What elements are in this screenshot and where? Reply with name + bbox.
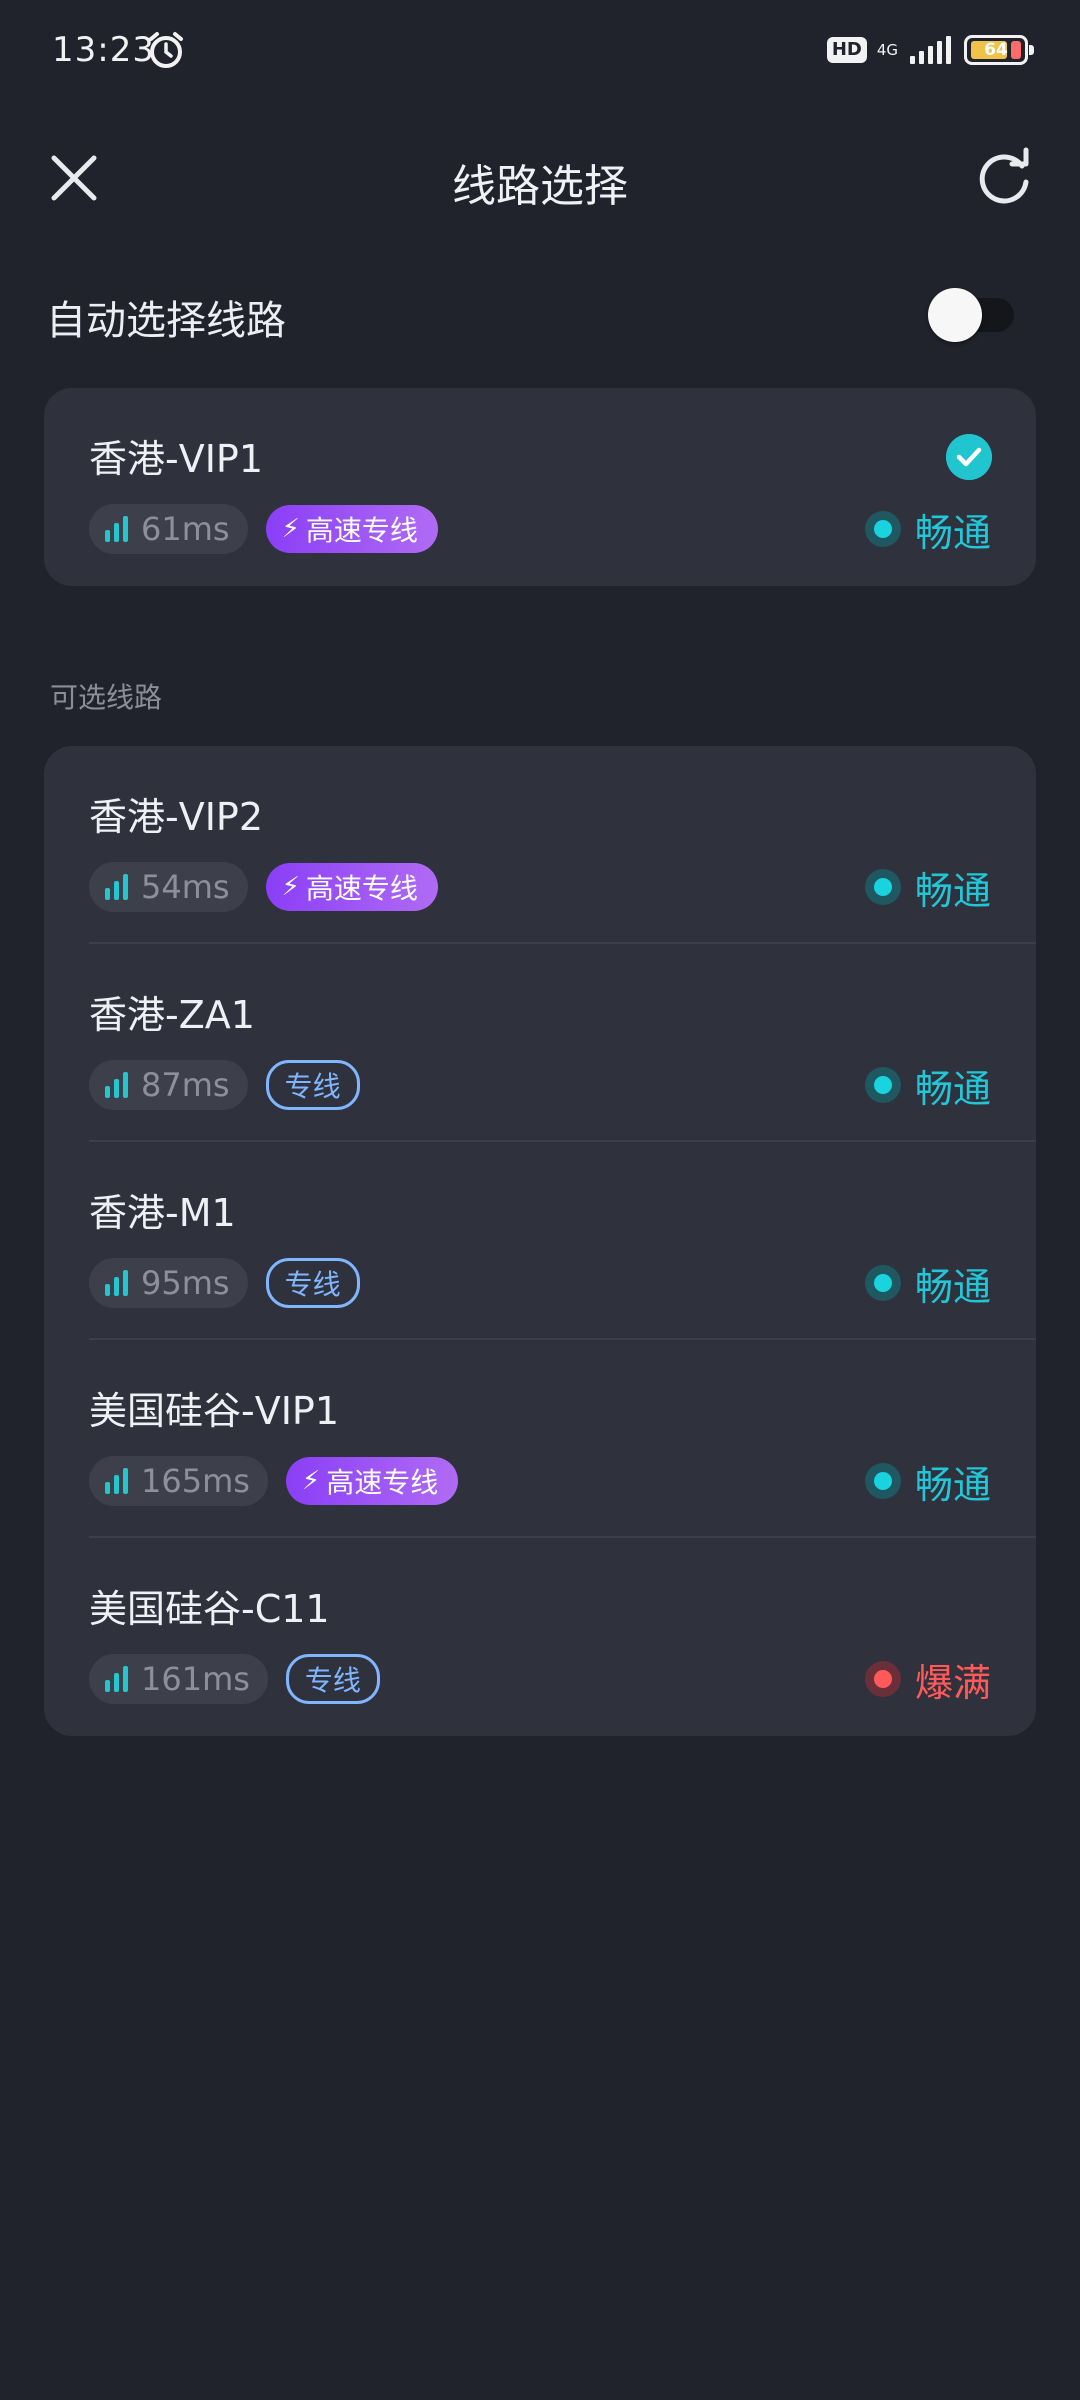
route-status: 畅通	[864, 1258, 991, 1309]
tag-badge: 专线	[265, 1060, 360, 1110]
selected-route-card[interactable]: 香港-VIP1 61ms ⚡ 高速专线 畅通	[44, 388, 1036, 586]
route-status: 畅通	[864, 1456, 991, 1507]
tag-badge: ⚡ 高速专线	[265, 505, 438, 553]
signal-bars-icon	[105, 1072, 131, 1098]
route-status: 畅通	[864, 862, 991, 913]
status-text: 畅通	[914, 868, 991, 913]
tag-label: 高速专线	[305, 514, 418, 547]
status-dot-icon	[864, 1067, 901, 1103]
auto-select-toggle[interactable]	[928, 288, 1014, 342]
battery-icon: 64	[964, 35, 1034, 65]
selected-route[interactable]: 香港-VIP1 61ms ⚡ 高速专线 畅通	[44, 388, 1036, 586]
lightning-icon: ⚡	[301, 1466, 321, 1496]
signal-bars-icon	[105, 516, 131, 542]
latency-pill: 54ms	[89, 862, 248, 912]
latency-pill: 61ms	[89, 504, 248, 554]
route-name: 香港-M1	[89, 1191, 236, 1235]
status-dot-icon	[864, 511, 901, 547]
status-bar: 13:23 HD 4G 64	[0, 0, 1080, 100]
tag-badge: 专线	[285, 1654, 380, 1704]
route-item[interactable]: 香港-ZA1 87ms 专线 畅通	[89, 944, 1036, 1142]
auto-select-label: 自动选择线路	[46, 298, 286, 344]
tag-badge: ⚡ 高速专线	[285, 1457, 459, 1505]
tag-label: 高速专线	[305, 872, 418, 905]
refresh-icon[interactable]	[972, 146, 1036, 210]
latency-pill: 165ms	[89, 1456, 268, 1506]
lightning-icon: ⚡	[281, 872, 300, 902]
tag-label: 专线	[304, 1664, 361, 1697]
section-label: 可选线路	[50, 681, 163, 714]
route-name: 香港-VIP2	[89, 795, 264, 839]
latency-value: 87ms	[141, 1066, 230, 1104]
signal-icon	[910, 36, 951, 64]
latency-value: 95ms	[141, 1264, 230, 1302]
route-name: 美国硅谷-VIP1	[89, 1389, 340, 1433]
status-indicators: HD 4G 64	[826, 28, 1034, 72]
signal-bars-icon	[105, 874, 131, 900]
route-meta: 161ms 专线	[89, 1654, 380, 1704]
status-time: 13:23	[52, 30, 155, 70]
route-meta: 61ms ⚡ 高速专线	[89, 504, 438, 554]
status-text: 畅通	[914, 1264, 991, 1309]
route-item[interactable]: 美国硅谷-VIP1 165ms ⚡ 高速专线 畅通	[89, 1340, 1036, 1538]
page-title: 线路选择	[452, 161, 628, 212]
status-dot-icon	[864, 1265, 901, 1301]
route-list: 香港-VIP2 54ms ⚡ 高速专线 畅通 香港-ZA1 87ms 专线 畅通…	[44, 746, 1036, 1736]
route-meta: 165ms ⚡ 高速专线	[89, 1456, 459, 1506]
route-status: 爆满	[864, 1654, 991, 1705]
route-item[interactable]: 香港-M1 95ms 专线 畅通	[89, 1142, 1036, 1340]
tag-badge: ⚡ 高速专线	[265, 863, 438, 911]
tag-label: 专线	[284, 1070, 341, 1103]
latency-pill: 87ms	[89, 1060, 248, 1110]
latency-pill: 161ms	[89, 1654, 268, 1704]
status-text: 畅通	[914, 1462, 991, 1507]
alarm-icon	[149, 32, 183, 68]
route-item[interactable]: 香港-VIP2 54ms ⚡ 高速专线 畅通	[89, 746, 1036, 944]
status-text: 爆满	[914, 1660, 991, 1705]
check-icon	[946, 434, 992, 480]
network-type: 4G	[876, 41, 898, 59]
latency-value: 61ms	[141, 510, 230, 548]
route-item[interactable]: 美国硅谷-C11 161ms 专线 爆满	[89, 1538, 1036, 1732]
status-dot-icon	[864, 869, 901, 905]
latency-value: 161ms	[141, 1660, 250, 1698]
route-meta: 95ms 专线	[89, 1258, 360, 1308]
latency-pill: 95ms	[89, 1258, 248, 1308]
tag-label: 专线	[284, 1268, 341, 1301]
battery-level: 64	[984, 40, 1008, 60]
lightning-icon: ⚡	[281, 514, 300, 544]
status-dot-icon	[864, 1661, 901, 1697]
latency-value: 165ms	[141, 1462, 250, 1500]
auto-select-row: 自动选择线路	[46, 280, 1034, 350]
route-status: 畅通	[864, 504, 991, 555]
route-meta: 87ms 专线	[89, 1060, 360, 1110]
status-dot-icon	[864, 1463, 901, 1499]
signal-bars-icon	[105, 1666, 131, 1692]
route-meta: 54ms ⚡ 高速专线	[89, 862, 438, 912]
status-text: 畅通	[914, 1066, 991, 1111]
route-status: 畅通	[864, 1060, 991, 1111]
tag-badge: 专线	[265, 1258, 360, 1308]
status-text: 畅通	[914, 510, 991, 555]
signal-bars-icon	[105, 1270, 131, 1296]
route-name: 美国硅谷-C11	[89, 1587, 330, 1631]
latency-value: 54ms	[141, 868, 230, 906]
tag-label: 高速专线	[326, 1466, 439, 1499]
signal-bars-icon	[105, 1468, 131, 1494]
route-name: 香港-VIP1	[89, 437, 264, 481]
route-name: 香港-ZA1	[89, 993, 255, 1037]
hd-badge: HD	[826, 37, 867, 63]
header: 线路选择	[0, 130, 1080, 230]
